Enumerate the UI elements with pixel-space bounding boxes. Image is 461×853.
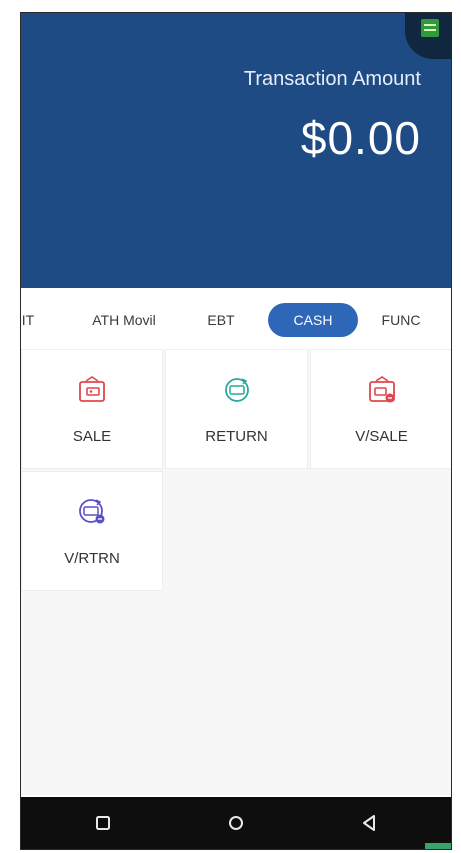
sale-label: SALE <box>72 428 112 445</box>
transaction-header: Transaction Amount $0.00 <box>21 13 451 288</box>
return-label: RETURN <box>205 428 268 445</box>
terminal-signal-icon[interactable] <box>405 13 451 59</box>
return-tile[interactable]: RETURN <box>165 349 308 469</box>
system-nav-bar <box>21 797 451 849</box>
void-return-label: V/RTRN <box>64 550 120 567</box>
amount-value: $0.00 <box>300 112 421 164</box>
void-sale-icon <box>368 376 395 403</box>
indicator-mark <box>425 843 451 849</box>
tab-ath-movil[interactable]: ATH Movil <box>79 303 169 337</box>
payment-type-tabs: IT ATH Movil EBT CASH FUNC <box>21 293 451 341</box>
tab-cash[interactable]: CASH <box>268 303 358 337</box>
tab-func[interactable]: FUNC <box>373 303 429 337</box>
void-return-icon <box>79 499 105 524</box>
void-sale-tile[interactable]: V/SALE <box>310 349 451 469</box>
tab-it[interactable]: IT <box>21 303 43 337</box>
back-icon[interactable] <box>357 811 381 835</box>
recent-apps-icon[interactable] <box>91 811 115 835</box>
refund-icon <box>224 378 249 402</box>
void-sale-label: V/SALE <box>355 428 408 445</box>
sale-tile[interactable]: SALE <box>21 349 163 469</box>
wallet-icon <box>79 376 105 402</box>
function-grid: SALE RETURN V/SALE V/RTRN <box>21 349 451 795</box>
tab-ebt[interactable]: EBT <box>201 303 241 337</box>
amount-label: Transaction Amount <box>243 68 421 90</box>
home-icon[interactable] <box>224 811 248 835</box>
void-return-tile[interactable]: V/RTRN <box>21 471 163 591</box>
app-screen: Transaction Amount $0.00 IT ATH Movil EB… <box>20 12 452 850</box>
